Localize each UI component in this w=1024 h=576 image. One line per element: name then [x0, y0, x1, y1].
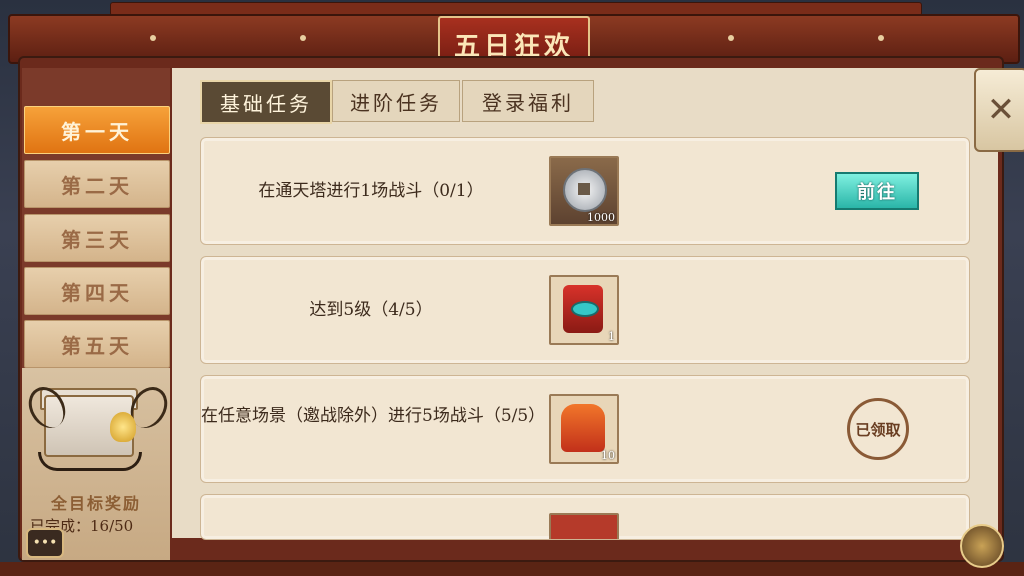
tab-advanced-tasks[interactable]: 进阶任务 — [332, 80, 460, 122]
chat-icon[interactable]: ••• — [26, 528, 64, 558]
rivet — [150, 35, 156, 41]
day-sidebar: 第一天 第二天 第三天 第四天 第五天 — [22, 68, 170, 560]
task-description: 在任意场景（邀战除外）进行5场战斗（5/5） — [201, 406, 546, 426]
goto-button[interactable]: 前往 — [835, 172, 919, 210]
menu-emblem-icon[interactable] — [960, 524, 1004, 568]
reward-item[interactable]: 1000 — [549, 156, 619, 226]
bottom-bar — [0, 562, 1024, 576]
tab-basic-tasks[interactable]: 基础任务 — [200, 80, 332, 124]
reward-item[interactable]: 10 — [549, 394, 619, 464]
reward-item[interactable]: 1 — [549, 275, 619, 345]
task-card: 达到5级（4/5） 1 — [200, 256, 970, 364]
tab-login-rewards[interactable]: 登录福利 — [462, 80, 594, 122]
red-pouch-icon — [563, 285, 603, 333]
task-card: 在任意场景（邀战除外）进行5场战斗（5/5） 10 已领取 — [200, 375, 970, 483]
item-count: 10 — [601, 449, 615, 462]
day-tab-5[interactable]: 第五天 — [24, 320, 170, 368]
task-description: 在通天塔进行1场战斗（0/1） — [258, 181, 484, 201]
day-tab-4[interactable]: 第四天 — [24, 267, 170, 315]
reward-title: 全目标奖励 — [50, 494, 141, 513]
gold-emblem-icon — [110, 412, 136, 442]
rivet — [300, 35, 306, 41]
close-icon[interactable]: ✕ — [974, 68, 1024, 152]
task-card-partial — [200, 494, 970, 540]
reward-item[interactable] — [549, 513, 619, 539]
chest-stand — [38, 452, 142, 471]
silver-coin-icon — [563, 168, 607, 212]
day-tab-1[interactable]: 第一天 — [24, 106, 170, 154]
claimed-stamp: 已领取 — [847, 398, 909, 460]
orange-pouch-icon — [561, 404, 605, 452]
day-tab-3[interactable]: 第三天 — [24, 214, 170, 262]
rivet — [878, 35, 884, 41]
page-title: 五日狂欢 — [453, 31, 574, 62]
task-description: 达到5级（4/5） — [309, 300, 433, 320]
rivet — [728, 35, 734, 41]
item-count: 1000 — [587, 211, 615, 224]
item-count: 1 — [608, 330, 615, 343]
day-tab-2[interactable]: 第二天 — [24, 160, 170, 208]
task-card: 在通天塔进行1场战斗（0/1） 1000 前往 — [200, 137, 970, 245]
